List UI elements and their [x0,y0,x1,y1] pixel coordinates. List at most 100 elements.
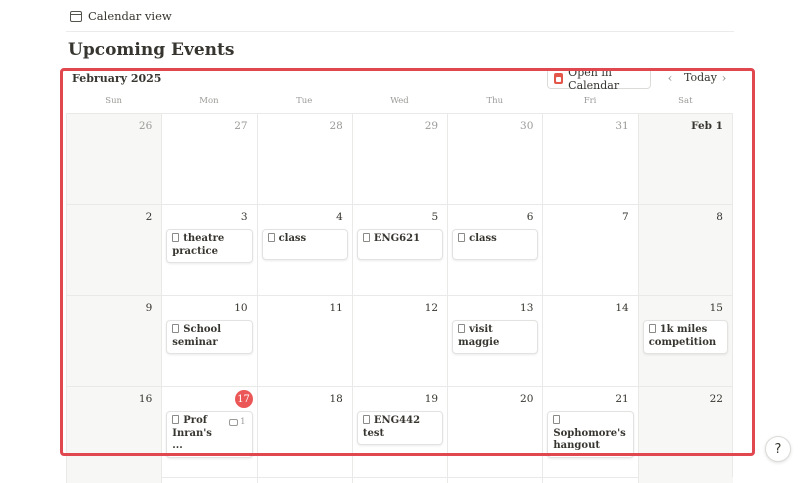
day-number: 9 [145,302,153,314]
day-cell[interactable]: 12 [351,296,447,386]
day-cell[interactable]: 7 [542,205,637,295]
day-cell[interactable]: 30 [447,114,542,204]
open-in-calendar-button[interactable]: Open in Calendar [547,65,651,92]
day-number: 14 [615,302,629,314]
day-number: 20 [520,393,534,405]
day-number: 22 [709,393,723,405]
day-cell[interactable]: 20 [447,387,542,477]
page-icon [458,233,466,242]
help-icon[interactable]: ? [765,436,791,462]
event-card[interactable]: Prof Inran's ... 1 [166,411,253,458]
day-cell[interactable]: 4 class [256,205,352,295]
page-title: Upcoming Events [68,40,235,60]
next-week-partial-row [66,477,733,483]
day-number: 26 [138,120,153,132]
day-cell[interactable]: 5 ENG621 [351,205,447,295]
day-number: 5 [431,211,439,223]
event-title: 1k miles competition [648,324,717,348]
today-button[interactable]: Today [684,71,717,84]
calendar-app-icon [554,73,564,84]
open-in-calendar-label: Open in Calendar [568,65,620,92]
weekday-label: Fri [583,96,597,106]
next-month-chevron-icon[interactable]: › [718,71,730,85]
day-number: 21 [615,393,629,405]
weekday-label: Tue [296,96,313,106]
day-cell[interactable]: 26 [66,114,162,204]
event-card[interactable]: 1k miles competition [642,320,728,354]
page-icon [648,324,656,333]
day-cell[interactable]: 2 [66,205,162,295]
event-card[interactable]: class [452,229,539,260]
page-icon [362,233,370,242]
event-title: theatre practice [172,233,225,257]
weekday-label: Wed [390,96,409,106]
page-icon [172,233,180,242]
day-number: 18 [329,393,343,405]
event-card[interactable]: class [261,229,348,260]
view-tab-label: Calendar view [88,9,172,23]
day-number: 4 [336,211,343,223]
event-title: Sophomore's hangout [553,427,626,452]
day-cell[interactable]: 10 School seminar [161,296,256,386]
weekday-header: Sun Mon Tue Wed Thu Fri Sat [66,96,733,106]
event-card[interactable]: ENG442 test [356,411,444,445]
day-cell[interactable]: 14 [542,296,637,386]
day-number: 2 [145,211,153,223]
day-number: 10 [234,302,248,314]
day-cell[interactable]: 8 [637,205,733,295]
day-cell[interactable]: 22 [637,387,733,477]
day-number: 6 [526,211,534,223]
prev-month-chevron-icon[interactable]: ‹ [664,71,676,85]
day-cell[interactable]: 6 class [447,205,542,295]
event-card[interactable]: visit maggie [452,320,539,354]
day-number: 8 [716,211,723,223]
event-card[interactable]: School seminar [166,320,253,354]
calendar-icon [70,10,82,22]
day-cell[interactable]: 9 [66,296,162,386]
day-cell[interactable]: 11 [256,296,352,386]
page-icon [172,324,180,333]
event-card[interactable]: ENG621 [356,229,444,260]
calendar-grid: 26 27 28 29 30 31 Feb 1 2 3 theatre practice 4 clas… [66,113,733,478]
month-label: February 2025 [72,72,162,85]
day-number: 13 [520,302,534,314]
day-cell[interactable]: 17 Prof Inran's ... 1 [161,387,256,477]
weekday-label: Sun [105,96,123,106]
page-icon [553,415,561,424]
day-number: 7 [622,211,629,223]
weekday-label: Sat [678,96,693,106]
event-card[interactable]: theatre practice [166,229,253,263]
day-cell[interactable]: 19 ENG442 test [351,387,447,477]
day-cell[interactable]: 13 visit maggie [447,296,542,386]
day-cell[interactable]: 3 theatre practice [161,205,256,295]
event-title: class [469,233,497,244]
day-cell[interactable]: 21 Sophomore's hangout [542,387,637,477]
day-cell[interactable]: 15 1k miles competition [637,296,733,386]
day-number: 30 [520,120,534,132]
week-row: 16 17 Prof Inran's ... 1 18 19 ENG442 test 20 21… [66,387,733,478]
event-title: School seminar [172,324,222,348]
page-icon [362,415,370,424]
day-cell[interactable]: 27 [161,114,256,204]
day-cell[interactable]: 28 [256,114,352,204]
event-card[interactable]: Sophomore's hangout [547,411,634,458]
week-row: 2 3 theatre practice 4 class 5 ENG621 6 class 7 8 [66,205,733,296]
day-number: 28 [329,120,343,132]
day-cell[interactable]: 16 [66,387,162,477]
day-cell[interactable]: 18 [256,387,352,477]
event-title: ENG621 [373,233,421,244]
page-icon [172,415,180,424]
day-number: Feb 1 [691,120,723,132]
day-cell[interactable]: Feb 1 [637,114,733,204]
week-row: 26 27 28 29 30 31 Feb 1 [66,114,733,205]
day-cell[interactable]: 31 [542,114,637,204]
day-number: 31 [615,120,629,132]
event-title: ENG442 test [362,415,421,439]
week-row: 9 10 School seminar 11 12 13 visit maggie 14 15 1… [66,296,733,387]
day-number: 12 [424,302,439,314]
weekday-label: Mon [199,96,219,106]
today-date-badge: 17 [234,390,253,408]
comment-number: 1 [240,417,246,427]
day-cell[interactable]: 29 [351,114,447,204]
calendar-view-tab[interactable]: Calendar view [70,9,172,23]
